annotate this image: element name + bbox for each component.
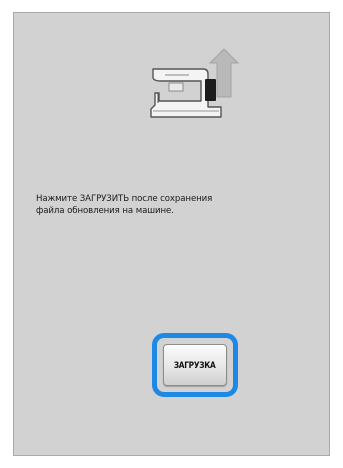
load-button-highlight: ЗАГРУЗКА — [152, 333, 238, 397]
load-button[interactable]: ЗАГРУЗКА — [163, 344, 227, 386]
update-screen-panel: Нажмите ЗАГРУЗИТЬ после сохранения файла… — [13, 12, 330, 456]
instruction-message: Нажмите ЗАГРУЗИТЬ после сохранения файла… — [36, 194, 213, 216]
sewing-machine-update-icon — [145, 41, 249, 125]
load-button-label: ЗАГРУЗКА — [174, 360, 216, 370]
